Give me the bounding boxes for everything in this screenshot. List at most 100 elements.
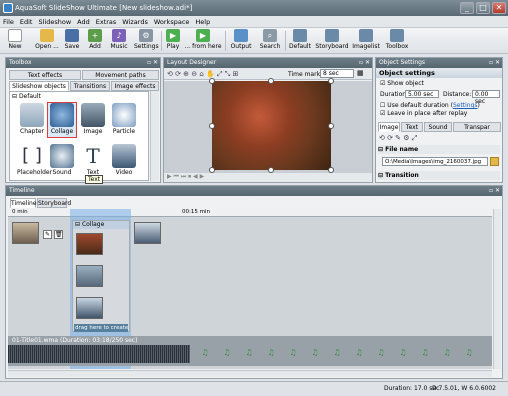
duration-input[interactable]: 5.00 sec xyxy=(405,90,439,98)
menu-workspace[interactable]: Workspace xyxy=(151,16,193,28)
tab-transitions[interactable]: Transitions xyxy=(70,81,110,91)
collage-clip-3[interactable] xyxy=(76,297,103,319)
layout-menu-icon[interactable]: ▦ xyxy=(357,69,364,77)
from-here-label: ... from here xyxy=(184,43,222,50)
file-name-input[interactable]: O:\Media\Images\img_2160037.jpg xyxy=(382,157,488,166)
collage-label: Collage xyxy=(50,128,74,135)
toolbox-item-placeholder[interactable]: [ ] Placeholder xyxy=(17,144,52,176)
music-note-icon: ♫ xyxy=(201,348,209,357)
object-settings-section: Object settings xyxy=(376,68,502,78)
collage-clip-2[interactable] xyxy=(76,265,103,287)
tab-movement-paths[interactable]: Movement paths xyxy=(82,70,159,80)
timeline-clip-image[interactable] xyxy=(12,222,39,244)
timeline-scrollbar[interactable] xyxy=(493,209,501,369)
collage-track[interactable]: ⊟ Collage drag here to create ... xyxy=(72,220,130,332)
tooltip-text: Text xyxy=(85,175,104,184)
menu-slideshow[interactable]: Slideshow xyxy=(35,16,74,28)
show-object-checkbox[interactable]: ☑ Show object xyxy=(380,80,424,87)
resize-handle[interactable] xyxy=(209,78,215,84)
close-button[interactable]: ✕ xyxy=(492,2,506,14)
panel-pin-icon[interactable]: ▫ ✕ xyxy=(486,59,500,67)
clip-settings-icon[interactable]: ✎ xyxy=(43,230,52,239)
toolbox-item-particle[interactable]: Particle xyxy=(109,103,139,135)
tab-text-effects[interactable]: Text effects xyxy=(9,70,81,80)
play-button[interactable]: ▶ Play xyxy=(164,29,182,53)
time-mark-input[interactable]: 8 sec xyxy=(320,69,354,78)
tab-timeline[interactable]: Timeline xyxy=(10,198,37,208)
panel-pin-icon[interactable]: ▫ ✕ xyxy=(356,59,370,67)
layout-playback-controls[interactable]: ▶ ⏮ ⏭ ⏹ ◀ ▶ xyxy=(164,173,372,182)
music-note-icon: ♫ xyxy=(311,348,319,357)
layout-canvas[interactable] xyxy=(164,78,372,173)
transition-header[interactable]: ⊟ Transition xyxy=(378,171,500,180)
settings-button[interactable]: ⚙ Settings xyxy=(134,29,159,53)
search-button[interactable]: ⌕ Search xyxy=(258,29,282,53)
video-label: Video xyxy=(115,169,133,176)
new-icon xyxy=(8,29,22,42)
storyboard-label: Storyboard xyxy=(315,43,349,50)
tab-slideshow-objects[interactable]: Slideshow objects xyxy=(9,81,69,91)
panel-pin-icon[interactable]: ▫ ✕ xyxy=(144,59,158,67)
image-tool-icons[interactable]: ⟲ ⟳ ✎ ⚙ ⤢ xyxy=(379,134,417,143)
tab-transparency[interactable]: Transpar xyxy=(453,122,501,132)
collage-clip-1[interactable] xyxy=(76,233,103,255)
toolbox-item-collage[interactable]: Collage xyxy=(47,102,77,138)
timeline-panel: Timeline ▫ ✕ Timeline Storyboard 0 min 00… xyxy=(5,185,503,379)
leave-in-place-checkbox[interactable]: ☑ Leave in place after replay xyxy=(380,110,467,117)
music-button[interactable]: ♪ Music xyxy=(108,29,130,53)
resize-handle[interactable] xyxy=(209,123,215,129)
menu-edit[interactable]: Edit xyxy=(17,16,36,28)
minimize-button[interactable]: _ xyxy=(460,2,474,14)
tab-text[interactable]: Text xyxy=(401,122,423,132)
menu-help[interactable]: Help xyxy=(192,16,213,28)
default-layout-button[interactable]: Default xyxy=(288,29,312,53)
panel-pin-icon[interactable]: ▫ ✕ xyxy=(486,187,500,195)
timeline-area[interactable]: 0 min 00:15 min ✎ 🗑 ⊟ Collage drag here … xyxy=(8,209,492,369)
storyboard-layout-button[interactable]: Storyboard xyxy=(315,29,349,53)
use-default-duration-checkbox[interactable]: ☐ Use default duration (Settings) xyxy=(380,102,480,109)
tab-image[interactable]: Image xyxy=(378,122,400,132)
toolbox-scrollbar[interactable] xyxy=(150,91,159,181)
tab-image-effects[interactable]: Image effects xyxy=(111,81,159,91)
imagelist-layout-button[interactable]: Imagelist xyxy=(352,29,380,53)
maximize-button[interactable]: □ xyxy=(476,2,490,14)
toolbox-item-chapter[interactable]: Chapter xyxy=(17,103,47,135)
save-button[interactable]: Save xyxy=(62,29,82,53)
timeline-header: Timeline ▫ ✕ xyxy=(6,186,502,196)
audio-track[interactable]: 01-Title01.wma (Duration: 03:18/250 sec)… xyxy=(8,336,492,366)
settings-link[interactable]: Settings xyxy=(453,102,478,109)
default-label: Default xyxy=(289,43,311,50)
open-button[interactable]: Open ... xyxy=(34,29,60,53)
output-button[interactable]: Output xyxy=(229,29,253,53)
group-default[interactable]: ⊟ Default xyxy=(12,93,41,100)
clip-delete-icon[interactable]: 🗑 xyxy=(54,230,63,239)
toolbox-item-text[interactable]: T Text xyxy=(78,144,108,176)
resize-handle[interactable] xyxy=(328,78,334,84)
distance-input[interactable]: 0.00 sec xyxy=(472,90,500,105)
add-button[interactable]: + Add xyxy=(86,29,104,53)
video-icon xyxy=(112,144,136,168)
layout-tool-icons[interactable]: ⟲ ⟳ ⊕ ⊖ ⌂ ✋ ⤢ ⤡ ⊞ xyxy=(167,70,239,79)
timeline-clip-particle[interactable] xyxy=(134,222,161,244)
menu-wizards[interactable]: Wizards xyxy=(119,16,151,28)
tab-storyboard[interactable]: Storyboard xyxy=(37,198,71,208)
toolbar-separator xyxy=(161,31,162,51)
menu-add[interactable]: Add xyxy=(74,16,93,28)
toolbox-item-image[interactable]: Image xyxy=(78,103,108,135)
new-button[interactable]: New xyxy=(4,29,26,53)
menu-file[interactable]: File xyxy=(0,16,17,28)
tab-sound[interactable]: Sound xyxy=(424,122,452,132)
toolbox-item-sound[interactable]: Sound xyxy=(47,144,77,176)
resize-handle[interactable] xyxy=(268,78,274,84)
toolbox-item-video[interactable]: Video xyxy=(109,144,139,176)
toolbox-layout-button[interactable]: Toolbox xyxy=(384,29,410,53)
resize-handle[interactable] xyxy=(328,123,334,129)
timeline-horizontal-scrollbar[interactable] xyxy=(8,370,492,377)
audio-waveform xyxy=(8,345,190,363)
menu-extras[interactable]: Extras xyxy=(93,16,120,28)
play-from-here-button[interactable]: ▶... from here xyxy=(184,29,222,53)
canvas-image-preview[interactable] xyxy=(209,78,334,173)
collage-header[interactable]: ⊟ Collage xyxy=(73,221,129,229)
browse-folder-icon[interactable] xyxy=(490,157,499,166)
transition-header-label: Transition xyxy=(385,172,419,179)
